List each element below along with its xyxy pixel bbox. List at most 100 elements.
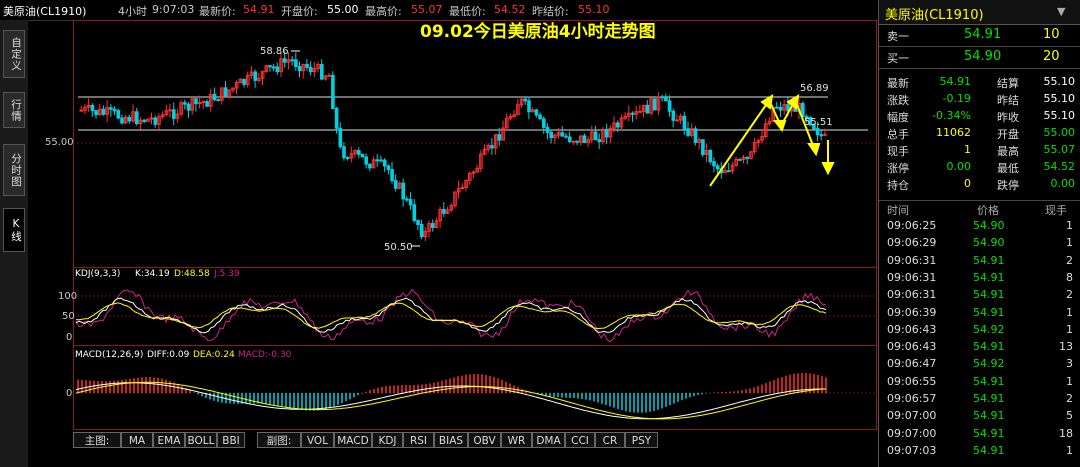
cci-button[interactable]: CCI (565, 432, 595, 448)
stat-row: 现手 1 最高 55.07 (879, 142, 1080, 159)
candle (357, 150, 361, 155)
trade-qty: 18 (1059, 426, 1073, 440)
rsi-button[interactable]: RSI (403, 432, 434, 448)
candle (534, 109, 539, 116)
tab-custom[interactable]: 自定义 (3, 30, 25, 78)
candle (497, 134, 502, 141)
candle (172, 109, 176, 119)
stat-value: -0.34% (932, 109, 971, 122)
low-label: 50.50 (384, 242, 413, 253)
candle (660, 96, 665, 99)
psy-button[interactable]: PSY (625, 432, 658, 448)
time: 9:07:03 (152, 3, 195, 16)
kdj-button[interactable]: KDJ (372, 432, 403, 448)
candle (815, 128, 820, 136)
stat-row: 最新 54.91 结算 55.10 (879, 74, 1080, 91)
candle (223, 87, 228, 97)
stat-value: 55.00 (1043, 126, 1076, 139)
ma-button[interactable]: MA (121, 432, 153, 448)
stat-label: 跌停 (997, 179, 1019, 192)
candle (523, 98, 528, 102)
cr-button[interactable]: CR (595, 432, 625, 448)
high-label: 最高价: (365, 5, 402, 18)
candle (334, 107, 339, 129)
candle (101, 108, 106, 115)
candle (738, 158, 742, 161)
tab-timeshare[interactable]: 分时图 (3, 144, 25, 196)
trade-qty: 13 (1059, 340, 1073, 354)
candle (693, 128, 698, 143)
stat-value: 1 (964, 143, 971, 156)
obv-button[interactable]: OBV (468, 432, 501, 448)
trade-price: 54.91 (973, 392, 1005, 405)
stat-value: 0.00 (946, 160, 972, 173)
candle (294, 59, 298, 67)
candle (394, 180, 398, 189)
trades-header-qty: 现手 (1045, 204, 1067, 217)
trades-header-time: 时间 (887, 204, 909, 217)
dropdown-icon[interactable]: ▼ (1057, 5, 1065, 18)
candle (545, 126, 550, 133)
macd-button[interactable]: MACD (334, 432, 372, 448)
candle (630, 112, 635, 115)
bid-qty: 20 (1043, 49, 1060, 64)
trade-time: 09:06:57 (887, 392, 937, 405)
kdj-axis-0: 0 (66, 332, 72, 343)
kdj-k: K:34.19 (135, 269, 170, 279)
candle (408, 199, 413, 206)
candle (135, 111, 139, 125)
candle (597, 139, 602, 143)
left-tab-bar: 自定义 行情 分时图 K线 (0, 20, 28, 467)
macd-title: MACD(12,26,9) (75, 350, 143, 360)
tab-kline[interactable]: K线 (3, 208, 25, 252)
trade-row: 09:06:31 54.91 2 (879, 287, 1080, 304)
right-high-label: 56.89 (800, 83, 829, 94)
stat-label: 持仓 (887, 179, 909, 192)
vol-button[interactable]: VOL (301, 432, 334, 448)
candle (412, 204, 417, 221)
stat-label: 涨跌 (887, 94, 909, 107)
candle (297, 65, 302, 72)
candle (745, 156, 750, 159)
trade-time: 09:06:55 (887, 374, 937, 388)
tab-quote[interactable]: 行情 (3, 92, 25, 128)
trade-row: 09:07:00 54.91 18 (879, 426, 1080, 443)
wr-button[interactable]: WR (501, 432, 532, 448)
dma-button[interactable]: DMA (532, 432, 565, 448)
candle (645, 104, 650, 114)
trade-row: 09:07:00 54.91 5 (879, 408, 1080, 425)
candle (116, 110, 121, 119)
candle (682, 115, 687, 130)
stat-value: 0 (964, 177, 971, 190)
bbi-button[interactable]: BBI (217, 432, 245, 448)
candle (664, 97, 668, 102)
quote-title-bar: 美原油(CL1910) ▼ (879, 0, 1080, 25)
macd-axis-0: 0 (66, 388, 72, 399)
chart-info-bar: 美原油(CL1910) 4小时 9:07:03 最新价: 54.91 开盘价: … (0, 0, 878, 21)
trade-row: 09:06:43 54.91 13 (879, 339, 1080, 356)
candle (275, 66, 280, 73)
stat-label: 最低 (997, 162, 1019, 175)
stat-label: 最高 (997, 145, 1019, 158)
candle (342, 146, 346, 159)
trade-time: 09:06:47 (887, 357, 937, 371)
boll-button[interactable]: BOLL (185, 432, 217, 448)
candle (186, 103, 191, 111)
ask-price: 54.91 (964, 27, 1002, 42)
candle (671, 110, 676, 121)
bias-button[interactable]: BIAS (434, 432, 468, 448)
stat-value: 11062 (936, 126, 971, 139)
trade-qty: 1 (1066, 443, 1073, 457)
ema-button[interactable]: EMA (153, 432, 185, 448)
stat-label: 最新 (887, 77, 909, 90)
candle (490, 145, 494, 149)
prevclose-label: 昨结价: (532, 5, 569, 18)
trade-row: 09:06:25 54.90 1 (879, 218, 1080, 235)
trade-time: 09:06:31 (887, 288, 937, 302)
trade-row: 09:06:55 54.91 1 (879, 374, 1080, 391)
kline-chart[interactable]: 58.86 50.50 56.89 55.51 55.00 09.02今日美原油… (28, 20, 878, 430)
candle (819, 134, 824, 137)
indicator-bar: 主图: MA EMA BOLL BBI 副图: VOL MACD KDJ RSI… (28, 430, 878, 467)
macd-dea-line (75, 381, 827, 420)
trade-time: 09:06:31 (887, 253, 937, 267)
